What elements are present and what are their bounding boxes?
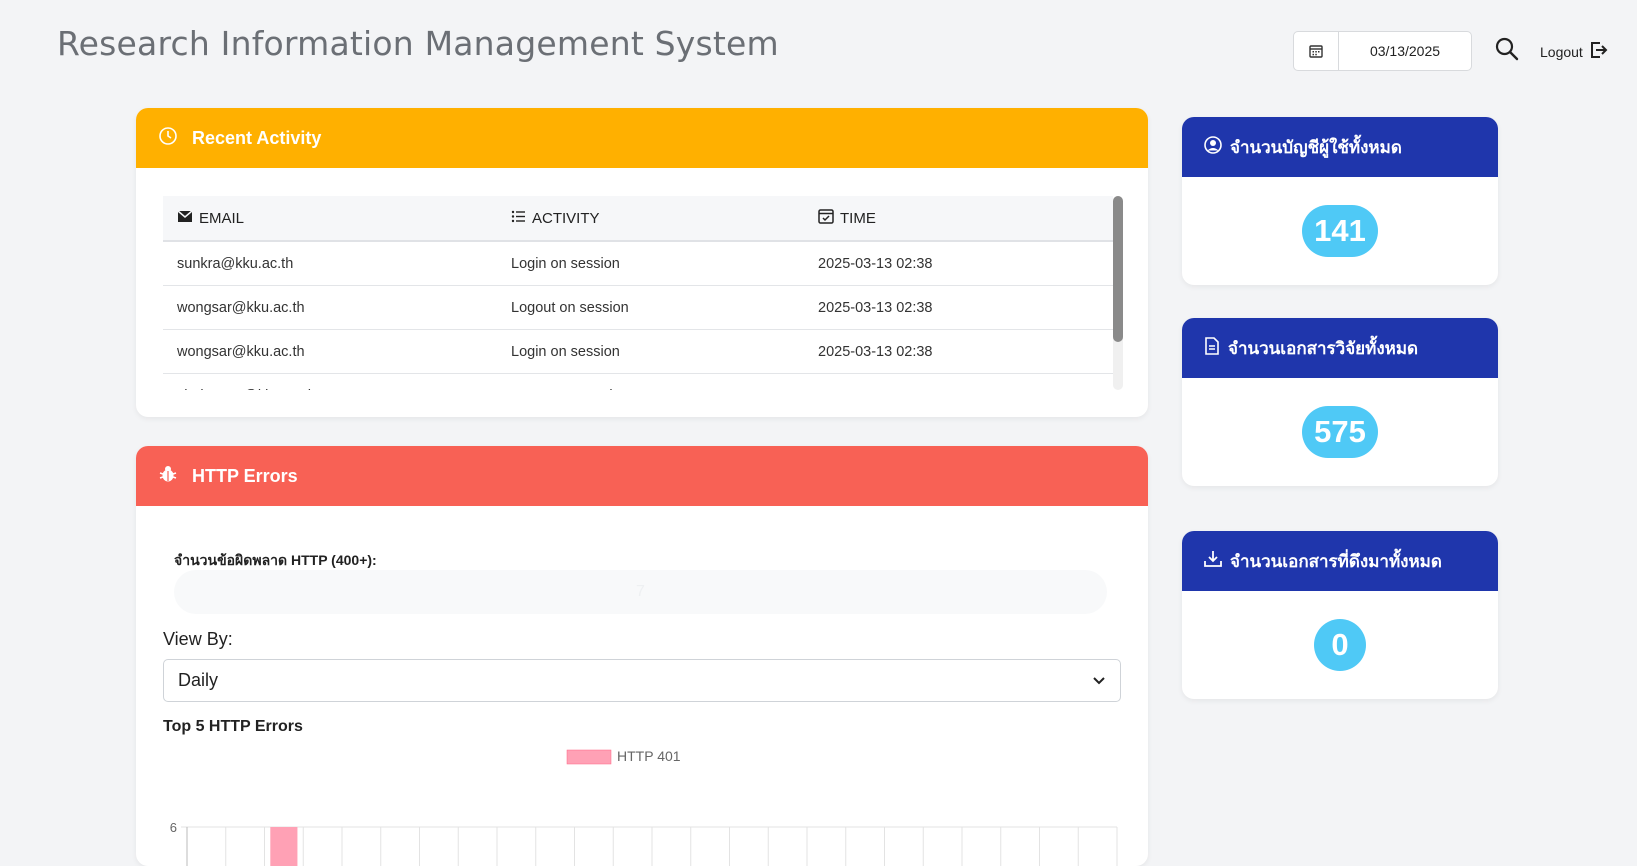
recent-activity-title: Recent Activity xyxy=(192,127,322,148)
logout-label: Logout xyxy=(1540,43,1583,60)
row-activity: Logout on session xyxy=(510,285,817,330)
row-time: 2025-03-13 02:38 xyxy=(817,241,1113,286)
column-header-time: TIME xyxy=(840,209,876,227)
table-row: chaiyapon@kku.ac.th Logout on session 20… xyxy=(163,373,1113,390)
date-input[interactable]: 03/13/2025 xyxy=(1339,43,1471,59)
column-header-email: EMAIL xyxy=(199,209,245,227)
users-stat-header: จำนวนบัญชีผู้ใช้ทั้งหมด xyxy=(1182,117,1498,177)
http-errors-title: HTTP Errors xyxy=(192,465,298,486)
view-by-selected: Daily xyxy=(178,670,219,690)
row-email: wongsar@kku.ac.th xyxy=(163,285,510,330)
page-title: Research Information Management System xyxy=(57,24,779,63)
row-activity: Login on session xyxy=(510,329,817,374)
table-row: wongsar@kku.ac.th Login on session 2025-… xyxy=(163,329,1113,374)
view-by-label: View By: xyxy=(163,629,233,649)
clock-icon xyxy=(158,126,178,151)
users-stat-label: จำนวนบัญชีผู้ใช้ทั้งหมด xyxy=(1230,137,1402,157)
recent-activity-header: Recent Activity xyxy=(136,108,1148,168)
bug-icon xyxy=(158,464,178,489)
chevron-down-icon xyxy=(1092,670,1106,691)
list-icon xyxy=(511,210,526,227)
bar-http-401 xyxy=(270,827,298,866)
row-email: wongsar@kku.ac.th xyxy=(163,329,510,374)
users-stat-value: 141 xyxy=(1302,205,1378,257)
download-icon xyxy=(1204,550,1222,573)
chart-title: Top 5 HTTP Errors xyxy=(163,718,303,735)
activity-table: EMAIL ACTIVITY TIME sunkra@kku.ac.th Log… xyxy=(163,196,1113,390)
search-icon[interactable] xyxy=(1494,36,1520,62)
user-circle-icon xyxy=(1204,135,1222,159)
row-activity: Login on session xyxy=(510,241,817,286)
legend-label: HTTP 401 xyxy=(617,748,681,764)
http-error-count-label: จำนวนข้อผิดพลาด HTTP (400+): xyxy=(174,552,377,568)
calendar-icon[interactable] xyxy=(1294,32,1339,70)
row-time: 2025-03-13 02:38 xyxy=(817,373,1113,390)
logout-icon xyxy=(1589,40,1609,63)
docs-stat-card: จำนวนเอกสารวิจัยทั้งหมด 575 xyxy=(1182,318,1498,486)
document-icon xyxy=(1204,336,1220,360)
row-email: sunkra@kku.ac.th xyxy=(163,241,510,286)
y-tick-label: 6 xyxy=(170,820,177,835)
column-header-activity: ACTIVITY xyxy=(532,209,600,227)
docs-stat-header: จำนวนเอกสารวิจัยทั้งหมด xyxy=(1182,318,1498,378)
docs-stat-value: 575 xyxy=(1302,406,1378,458)
calendar-check-icon xyxy=(818,208,834,228)
table-row: sunkra@kku.ac.th Login on session 2025-0… xyxy=(163,241,1113,286)
http-error-count-value: 7 xyxy=(174,570,1107,614)
row-email: chaiyapon@kku.ac.th xyxy=(163,373,510,390)
http-errors-chart: HTTP 40165 xyxy=(170,748,1118,866)
legend-swatch xyxy=(566,749,612,765)
downloads-stat-value: 0 xyxy=(1314,619,1366,671)
http-errors-header: HTTP Errors xyxy=(136,446,1148,506)
row-time: 2025-03-13 02:38 xyxy=(817,329,1113,374)
date-picker[interactable]: 03/13/2025 xyxy=(1293,31,1472,71)
docs-stat-label: จำนวนเอกสารวิจัยทั้งหมด xyxy=(1228,338,1419,358)
users-stat-card: จำนวนบัญชีผู้ใช้ทั้งหมด 141 xyxy=(1182,117,1498,285)
table-header-row: EMAIL ACTIVITY TIME xyxy=(163,196,1113,242)
row-time: 2025-03-13 02:38 xyxy=(817,285,1113,330)
downloads-stat-card: จำนวนเอกสารที่ดึงมาทั้งหมด 0 xyxy=(1182,531,1498,699)
downloads-stat-header: จำนวนเอกสารที่ดึงมาทั้งหมด xyxy=(1182,531,1498,591)
http-errors-card: HTTP Errors จำนวนข้อผิดพลาด HTTP (400+):… xyxy=(136,446,1148,866)
scrollbar-thumb[interactable] xyxy=(1113,196,1123,342)
logout-button[interactable]: Logout xyxy=(1540,40,1609,63)
row-activity: Logout on session xyxy=(510,373,817,390)
table-row: wongsar@kku.ac.th Logout on session 2025… xyxy=(163,285,1113,330)
view-by-select[interactable]: Daily xyxy=(163,659,1121,702)
downloads-stat-label: จำนวนเอกสารที่ดึงมาทั้งหมด xyxy=(1230,551,1442,571)
envelope-icon xyxy=(177,209,193,227)
recent-activity-card: Recent Activity EMAIL ACTIVITY TIME sunk… xyxy=(136,108,1148,417)
table-scrollbar[interactable] xyxy=(1113,196,1123,390)
